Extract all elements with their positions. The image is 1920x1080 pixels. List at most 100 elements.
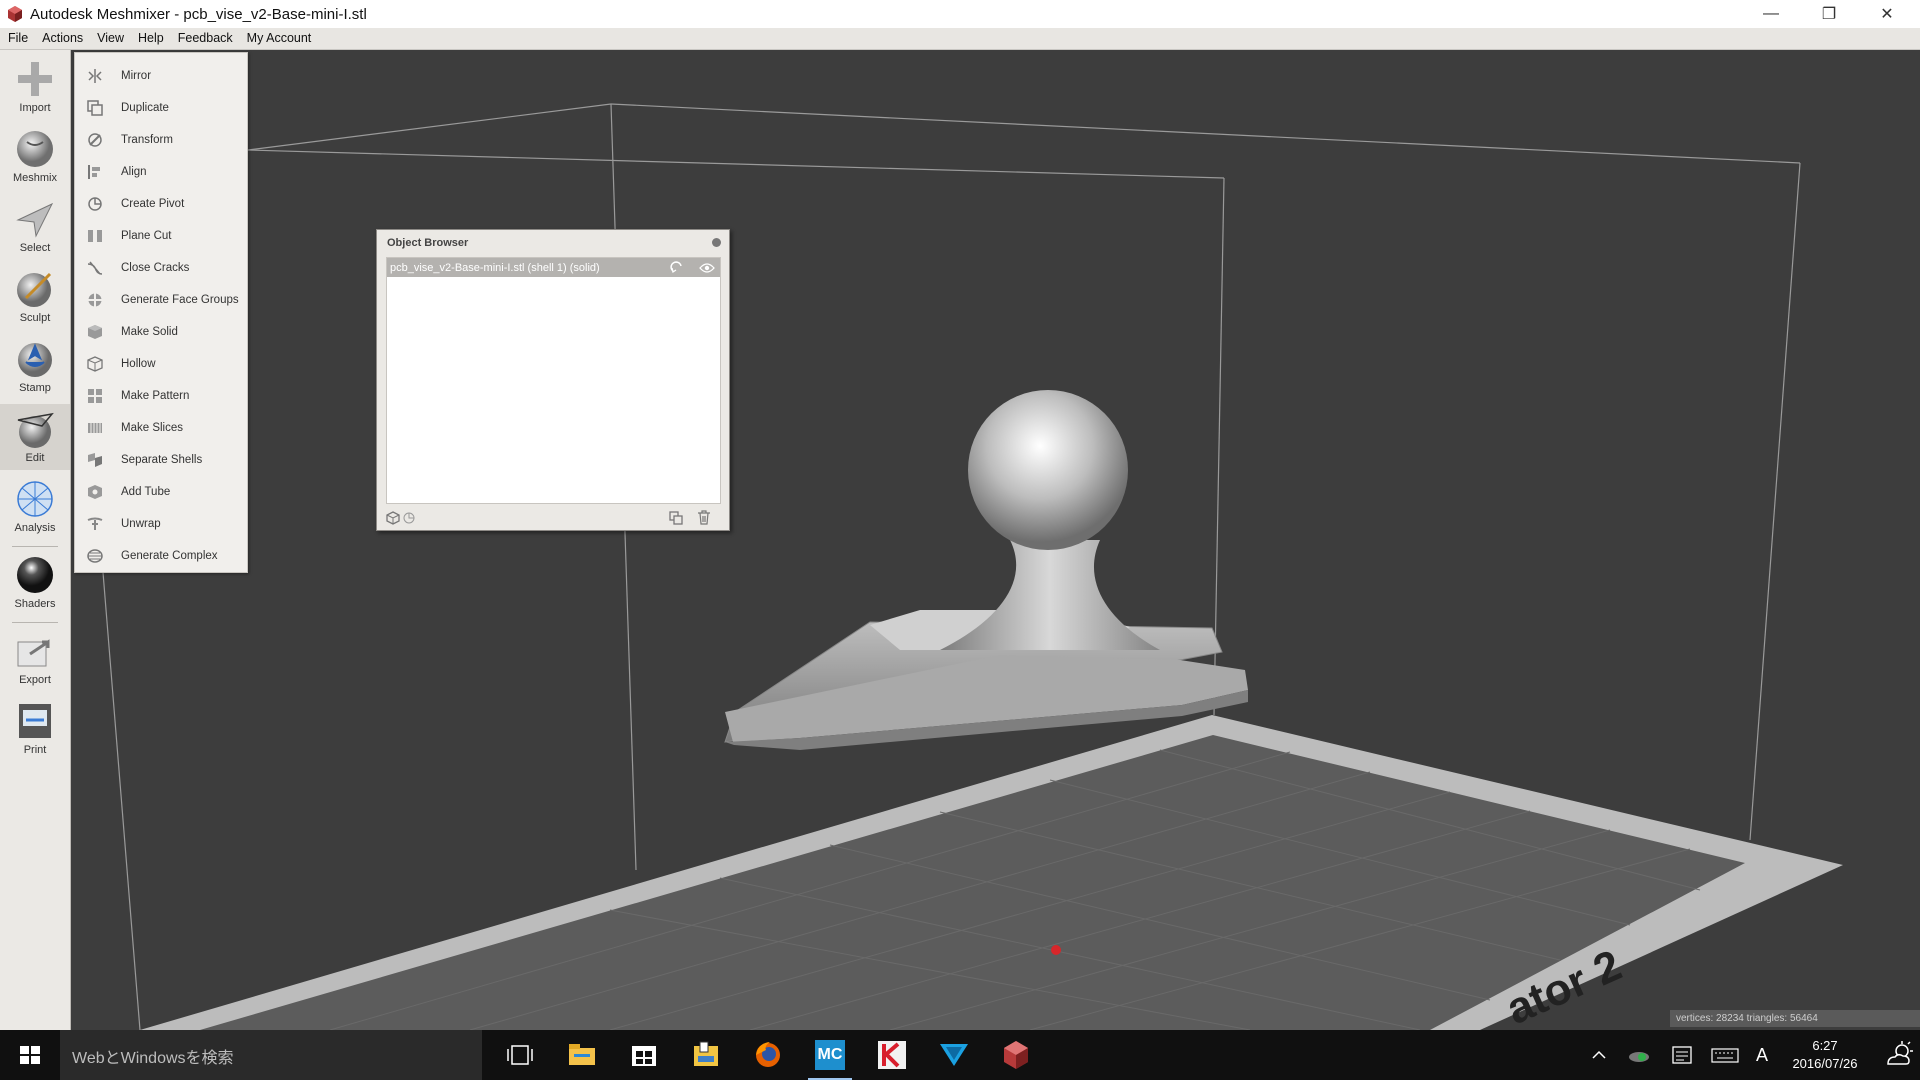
menu-item-hollow[interactable]: Hollow	[75, 348, 247, 380]
meshmix-icon	[17, 131, 53, 167]
menu-item-plane-cut[interactable]: Plane Cut	[75, 220, 247, 252]
edit-menu: Mirror Duplicate Transform Align Create …	[74, 52, 248, 573]
pivot-icon	[88, 197, 102, 211]
weather-notification-icon[interactable]	[1882, 1030, 1916, 1080]
cube-icon[interactable]	[386, 511, 400, 525]
menu-bar: File Actions View Help Feedback My Accou…	[0, 28, 1920, 50]
object-browser-panel: Object Browser pcb_vise_v2-Base-mini-I.s…	[376, 229, 730, 531]
object-list[interactable]: pcb_vise_v2-Base-mini-I.stl (shell 1) (s…	[386, 257, 721, 504]
meshmixer-icon[interactable]	[986, 1030, 1046, 1080]
action-center-icon[interactable]	[1668, 1030, 1696, 1080]
menu-item-unwrap[interactable]: Unwrap	[75, 508, 247, 540]
object-browser-footer	[377, 507, 729, 529]
menu-file[interactable]: File	[0, 28, 35, 49]
object-row[interactable]: pcb_vise_v2-Base-mini-I.stl (shell 1) (s…	[387, 258, 720, 277]
keyboard-icon[interactable]	[1708, 1030, 1742, 1080]
tool-edit[interactable]: Edit	[0, 404, 70, 470]
sidebar-divider	[12, 622, 58, 623]
menu-item-generate-face-groups[interactable]: Generate Face Groups	[75, 284, 247, 316]
pivot-small-icon[interactable]	[403, 512, 415, 524]
visibility-eye-icon[interactable]	[699, 262, 715, 274]
minimize-button[interactable]: —	[1742, 0, 1800, 28]
clock[interactable]: 6:27 2016/07/26	[1775, 1037, 1875, 1073]
mesh-model[interactable]	[724, 390, 1248, 750]
taskbar: WebとWindowsを検索 MC A 6:27 2016/07/26	[0, 1030, 1920, 1080]
tool-label: Stamp	[19, 382, 51, 394]
add-tube-icon	[88, 485, 102, 499]
menu-item-transform[interactable]: Transform	[75, 124, 247, 156]
meshmixer-logo-icon	[8, 6, 22, 22]
search-placeholder: WebとWindowsを検索	[72, 1050, 234, 1067]
menu-item-create-pivot[interactable]: Create Pivot	[75, 188, 247, 220]
tool-sculpt[interactable]: Sculpt	[0, 264, 70, 330]
folder-icon[interactable]	[676, 1030, 736, 1080]
menu-item-generate-complex[interactable]: Generate Complex	[75, 540, 247, 572]
scene-canvas[interactable]: ator 2	[71, 50, 1920, 1030]
tool-label: Shaders	[14, 598, 56, 610]
menu-feedback[interactable]: Feedback	[171, 28, 240, 49]
menu-item-duplicate[interactable]: Duplicate	[75, 92, 247, 124]
make-solid-icon	[88, 325, 102, 339]
trash-icon[interactable]	[697, 510, 711, 525]
menu-item-make-pattern[interactable]: Make Pattern	[75, 380, 247, 412]
tool-import[interactable]: Import	[0, 54, 70, 120]
duplicate-object-icon[interactable]	[669, 511, 683, 525]
3d-viewport[interactable]: ator 2	[71, 50, 1920, 1030]
menu-item-make-slices[interactable]: Make Slices	[75, 412, 247, 444]
shaders-icon	[17, 557, 53, 593]
pivot-marker	[1051, 945, 1061, 955]
clock-time: 6:27	[1812, 1038, 1838, 1053]
menu-item-add-tube[interactable]: Add Tube	[75, 476, 247, 508]
v-app-icon[interactable]	[924, 1030, 984, 1080]
tool-shaders[interactable]: Shaders	[0, 550, 70, 616]
store-icon[interactable]	[614, 1030, 674, 1080]
tool-label: Analysis	[14, 522, 56, 534]
plane-cut-icon	[88, 230, 102, 242]
refresh-icon[interactable]	[670, 261, 684, 275]
unwrap-icon	[87, 517, 103, 530]
k-app-icon[interactable]	[862, 1030, 922, 1080]
mc-app-icon[interactable]: MC	[800, 1030, 860, 1080]
select-icon	[16, 202, 54, 238]
menu-item-separate-shells[interactable]: Separate Shells	[75, 444, 247, 476]
tool-stamp[interactable]: Stamp	[0, 334, 70, 400]
object-browser-title: Object Browser	[387, 237, 469, 249]
file-explorer-icon[interactable]	[552, 1030, 612, 1080]
tool-export[interactable]: Export	[0, 626, 70, 692]
tray-chevron-up-icon[interactable]	[1588, 1030, 1610, 1080]
print-icon	[19, 704, 51, 738]
tool-sidebar: Import Meshmix Select Sculpt Stamp Edit …	[0, 50, 71, 1030]
close-window-button[interactable]: ✕	[1858, 0, 1916, 28]
tool-label: Print	[23, 744, 47, 756]
tool-meshmix[interactable]: Meshmix	[0, 124, 70, 190]
tool-select[interactable]: Select	[0, 194, 70, 260]
mirror-icon	[88, 69, 102, 83]
menu-item-close-cracks[interactable]: Close Cracks	[75, 252, 247, 284]
menu-item-mirror[interactable]: Mirror	[75, 60, 247, 92]
tool-print[interactable]: Print	[0, 696, 70, 762]
restore-button[interactable]: ❐	[1800, 0, 1858, 28]
complex-icon	[87, 549, 103, 563]
menu-view[interactable]: View	[90, 28, 131, 49]
windows-start-icon[interactable]	[0, 1030, 60, 1080]
menu-help[interactable]: Help	[131, 28, 171, 49]
tool-label: Import	[19, 102, 51, 114]
menu-my-account[interactable]: My Account	[240, 28, 319, 49]
search-box[interactable]: WebとWindowsを検索	[60, 1030, 482, 1080]
separate-shells-icon	[88, 453, 102, 467]
task-view-icon[interactable]	[490, 1030, 550, 1080]
tool-label: Select	[19, 242, 51, 254]
tool-label: Meshmix	[12, 172, 57, 184]
tool-label: Sculpt	[19, 312, 51, 324]
firefox-icon[interactable]	[738, 1030, 798, 1080]
menu-item-align[interactable]: Align	[75, 156, 247, 188]
menu-actions[interactable]: Actions	[35, 28, 90, 49]
transform-icon	[88, 133, 102, 147]
close-panel-icon[interactable]	[712, 238, 721, 247]
ime-indicator[interactable]: A	[1752, 1030, 1772, 1080]
tool-analysis[interactable]: Analysis	[0, 474, 70, 540]
import-icon	[18, 62, 52, 96]
network-icon[interactable]	[1624, 1030, 1654, 1080]
object-name: pcb_vise_v2-Base-mini-I.stl (shell 1) (s…	[390, 261, 600, 274]
menu-item-make-solid[interactable]: Make Solid	[75, 316, 247, 348]
